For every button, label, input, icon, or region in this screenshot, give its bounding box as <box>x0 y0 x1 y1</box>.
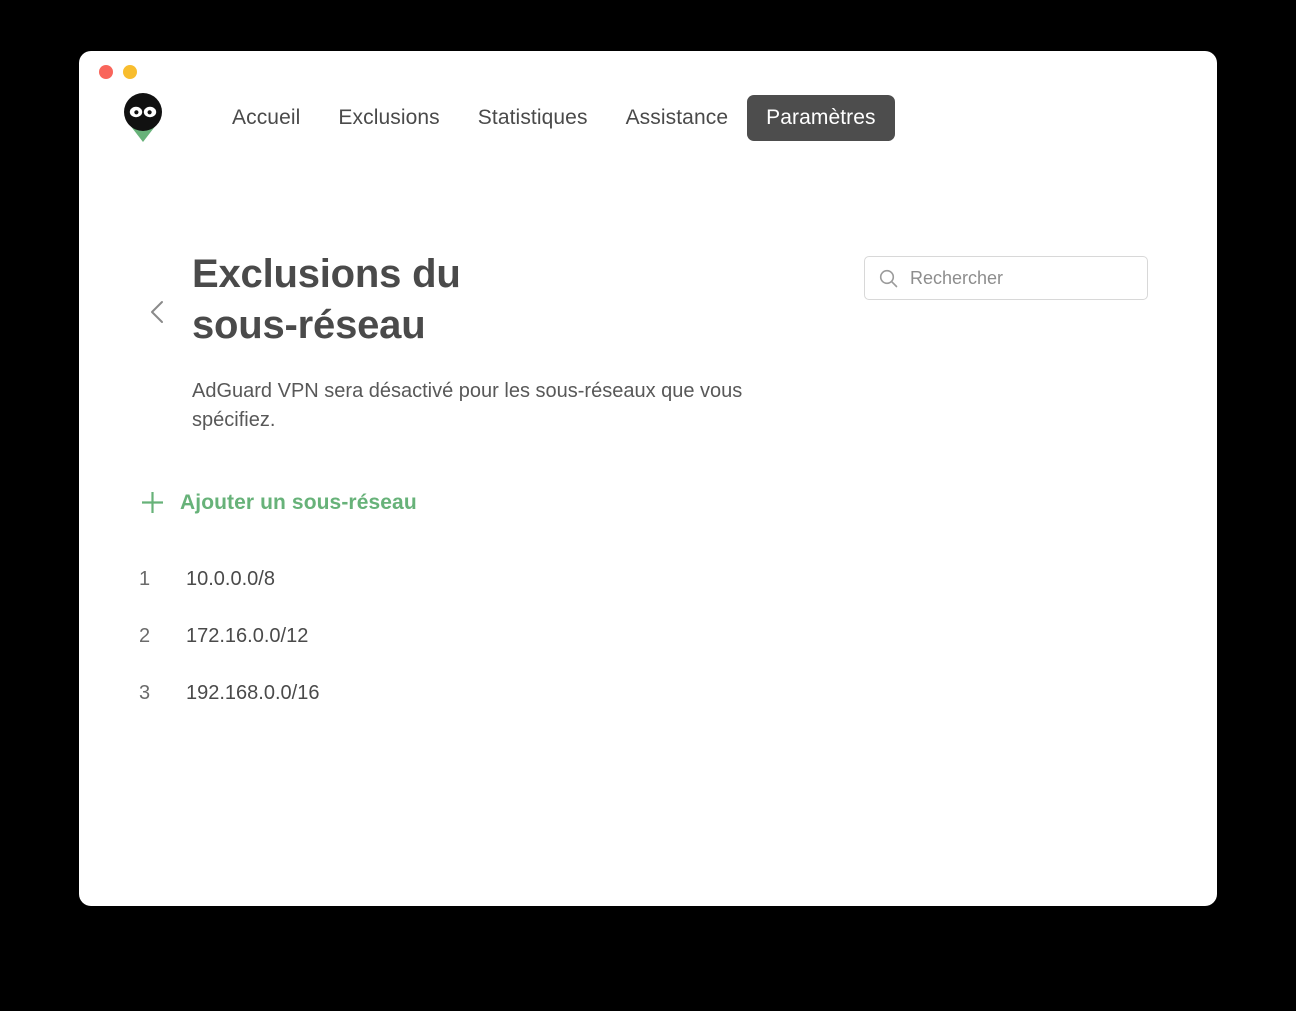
search-input[interactable] <box>910 267 1133 289</box>
nav-item-assistance[interactable]: Assistance <box>607 95 748 141</box>
settings-page: Exclusions du sous-réseau AdGuard VPN se… <box>79 169 1217 906</box>
nav-item-parametres[interactable]: Paramètres <box>747 95 895 141</box>
table-row[interactable]: 3 192.168.0.0/16 <box>139 665 1119 722</box>
page-header: Exclusions du sous-réseau AdGuard VPN se… <box>192 249 792 434</box>
page-description: AdGuard VPN sera désactivé pour les sous… <box>192 380 743 431</box>
table-row[interactable]: 2 172.16.0.0/12 <box>139 608 1119 665</box>
add-subnet-label: Ajouter un sous-réseau <box>180 490 417 514</box>
plus-icon <box>139 489 166 516</box>
subnet-value: 172.16.0.0/12 <box>186 625 309 647</box>
adguard-vpn-window: Accueil Exclusions Statistiques Assistan… <box>79 51 1217 906</box>
add-subnet-button[interactable]: Ajouter un sous-réseau <box>139 489 417 516</box>
search-field[interactable] <box>864 256 1148 300</box>
subnet-value: 192.168.0.0/16 <box>186 682 320 704</box>
table-row[interactable]: 1 10.0.0.0/8 <box>139 551 1119 608</box>
chevron-left-icon[interactable] <box>145 297 171 327</box>
row-index: 1 <box>139 568 151 590</box>
subnet-exclusions-list: 1 10.0.0.0/8 2 172.16.0.0/12 3 192.168.0… <box>139 551 1119 722</box>
page-title: Exclusions du sous-réseau <box>192 252 461 348</box>
nav-item-exclusions[interactable]: Exclusions <box>319 95 458 141</box>
desktop-background: Accueil Exclusions Statistiques Assistan… <box>0 0 1296 1011</box>
app-header: Accueil Exclusions Statistiques Assistan… <box>79 51 1217 169</box>
nav-item-statistiques[interactable]: Statistiques <box>459 95 607 141</box>
row-index: 2 <box>139 625 151 647</box>
row-index: 3 <box>139 682 151 704</box>
subnet-value: 10.0.0.0/8 <box>186 568 275 590</box>
search-icon <box>879 269 898 288</box>
adguard-vpn-ninja-logo <box>121 90 165 146</box>
nav-item-accueil[interactable]: Accueil <box>213 95 319 141</box>
main-navigation: Accueil Exclusions Statistiques Assistan… <box>213 95 895 141</box>
